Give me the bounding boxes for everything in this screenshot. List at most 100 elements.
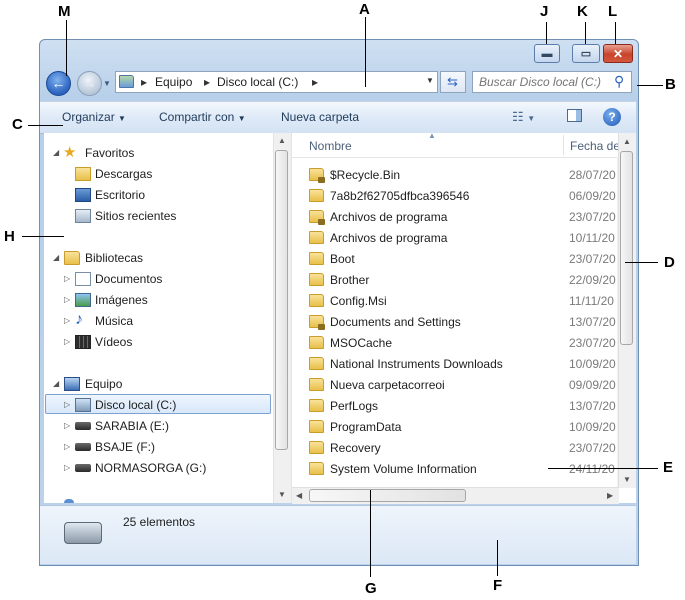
folder-icon: [309, 378, 324, 391]
file-date: 24/11/20: [569, 462, 615, 476]
file-name: PerfLogs: [330, 399, 379, 413]
forward-button[interactable]: →: [77, 71, 102, 96]
computer-icon: [64, 377, 80, 391]
collapsed-arrow-icon[interactable]: ▷: [64, 421, 70, 430]
nav-libraries[interactable]: Bibliotecas: [85, 251, 143, 265]
scroll-left-icon[interactable]: ◀: [296, 491, 302, 500]
help-icon[interactable]: ?: [603, 108, 621, 126]
scroll-right-icon[interactable]: ▶: [607, 491, 613, 500]
file-row[interactable]: Config.Msi 11/11/20: [305, 291, 614, 311]
file-row[interactable]: Boot 23/07/20: [305, 249, 616, 269]
music-icon: ♪: [75, 311, 83, 328]
search-icon[interactable]: ⚲: [614, 73, 624, 90]
videos-icon: [75, 335, 91, 349]
file-name: Recovery: [330, 441, 381, 455]
file-name: Documents and Settings: [330, 315, 461, 329]
nav-item-sitios-recientes[interactable]: Sitios recientes: [95, 209, 176, 223]
collapsed-arrow-icon[interactable]: ▷: [64, 316, 70, 325]
expanded-arrow-icon[interactable]: ◢: [53, 253, 59, 262]
recent-pages-dropdown[interactable]: ▼: [103, 79, 111, 88]
file-row[interactable]: $Recycle.Bin 28/07/20: [305, 165, 616, 185]
nav-drive-f[interactable]: BSAJE (F:): [95, 440, 155, 454]
expanded-arrow-icon[interactable]: ◢: [53, 148, 59, 157]
nav-drive-c[interactable]: Disco local (C:): [95, 398, 176, 412]
file-list-vscroll-thumb[interactable]: [620, 151, 633, 345]
refresh-icon: ⇆: [447, 74, 458, 89]
view-options-button[interactable]: ☷ ▼: [512, 109, 535, 125]
nav-favorites[interactable]: Favoritos: [85, 146, 134, 160]
refresh-button[interactable]: ⇆: [440, 71, 466, 93]
column-header-name[interactable]: Nombre: [309, 139, 352, 153]
back-button[interactable]: ←: [46, 71, 71, 96]
preview-pane-icon[interactable]: [567, 109, 582, 122]
callout-l: L: [608, 3, 618, 20]
expanded-arrow-icon[interactable]: ◢: [53, 379, 59, 388]
file-row[interactable]: Archivos de programa 23/07/20: [305, 207, 616, 227]
callout-m: M: [58, 3, 71, 20]
nav-item-descargas[interactable]: Descargas: [95, 167, 152, 181]
file-row[interactable]: PerfLogs 13/07/20: [305, 396, 616, 416]
file-row[interactable]: Documents and Settings 13/07/20: [305, 312, 616, 332]
nav-item-escritorio[interactable]: Escritorio: [95, 188, 145, 202]
file-date: 23/07/20: [569, 210, 616, 224]
locked-folder-icon: [309, 210, 325, 225]
scroll-up-icon[interactable]: ▲: [278, 136, 286, 145]
file-row[interactable]: Brother 22/09/20: [305, 270, 616, 290]
minimize-button[interactable]: ▬: [534, 44, 560, 63]
nav-drive-g[interactable]: NORMASORGA (G:): [95, 461, 206, 475]
nav-item-videos[interactable]: Vídeos: [95, 335, 132, 349]
nav-item-musica[interactable]: Música: [95, 314, 133, 328]
breadcrumb-separator: ▸: [204, 75, 211, 89]
nav-computer[interactable]: Equipo: [85, 377, 122, 391]
column-divider[interactable]: [563, 135, 564, 155]
file-row[interactable]: Archivos de programa 10/11/20: [305, 228, 615, 248]
pictures-icon: [75, 293, 91, 307]
file-row[interactable]: National Instruments Downloads 10/09/20: [305, 354, 616, 374]
close-button[interactable]: ✕: [603, 44, 633, 63]
file-list-hscroll-thumb[interactable]: [309, 489, 466, 502]
collapsed-arrow-icon[interactable]: ▷: [64, 442, 70, 451]
nav-drive-e[interactable]: SARABIA (E:): [95, 419, 169, 433]
address-bar[interactable]: ▸ Equipo ▸ Disco local (C:) ▸ ▼: [115, 71, 438, 93]
file-row[interactable]: 7a8b2f62705dfbca396546 06/09/20: [305, 186, 616, 206]
collapsed-arrow-icon[interactable]: ▷: [64, 295, 70, 304]
address-dropdown-icon[interactable]: ▼: [426, 76, 434, 85]
file-row[interactable]: MSOCache 23/07/20: [305, 333, 616, 353]
column-header-date[interactable]: Fecha de: [570, 139, 620, 153]
file-date: 23/07/20: [569, 252, 616, 266]
folder-icon: [309, 357, 324, 370]
nav-item-imagenes[interactable]: Imágenes: [95, 293, 148, 307]
organize-button[interactable]: Organizar ▼: [62, 110, 126, 124]
search-input[interactable]: [479, 74, 607, 90]
file-row[interactable]: Recovery 23/07/20: [305, 438, 616, 458]
details-pane: [40, 505, 636, 564]
share-button[interactable]: Compartir con ▼: [159, 110, 246, 124]
file-name: National Instruments Downloads: [330, 357, 503, 371]
file-row[interactable]: Nueva carpetacorreoi 09/09/20: [305, 375, 616, 395]
scroll-down-icon[interactable]: ▼: [278, 490, 286, 499]
file-date: 06/09/20: [569, 189, 616, 203]
documents-icon: [75, 272, 91, 286]
callout-line-f: [497, 540, 498, 576]
file-row[interactable]: ProgramData 10/09/20: [305, 417, 616, 437]
collapsed-arrow-icon[interactable]: ▷: [64, 463, 70, 472]
nav-item-documentos[interactable]: Documentos: [95, 272, 162, 286]
breadcrumb-disco-local[interactable]: Disco local (C:): [217, 75, 298, 89]
maximize-button[interactable]: ▭: [572, 44, 600, 63]
file-row[interactable]: System Volume Information 24/11/20: [305, 459, 615, 479]
network-icon: [64, 499, 74, 503]
file-date: 11/11/20: [569, 294, 614, 308]
nav-scroll-thumb[interactable]: [275, 150, 288, 450]
scroll-up-icon[interactable]: ▲: [623, 137, 631, 146]
organize-label: Organizar: [62, 110, 115, 124]
collapsed-arrow-icon[interactable]: ▷: [64, 274, 70, 283]
breadcrumb-equipo[interactable]: Equipo: [155, 75, 192, 89]
file-name: ProgramData: [330, 420, 402, 434]
new-folder-button[interactable]: Nueva carpeta: [281, 110, 359, 124]
recent-places-icon: [75, 209, 91, 223]
collapsed-arrow-icon[interactable]: ▷: [64, 400, 70, 409]
forward-arrow-icon: →: [82, 75, 97, 91]
file-name: Boot: [330, 252, 355, 266]
scroll-down-icon[interactable]: ▼: [623, 475, 631, 484]
collapsed-arrow-icon[interactable]: ▷: [64, 337, 70, 346]
